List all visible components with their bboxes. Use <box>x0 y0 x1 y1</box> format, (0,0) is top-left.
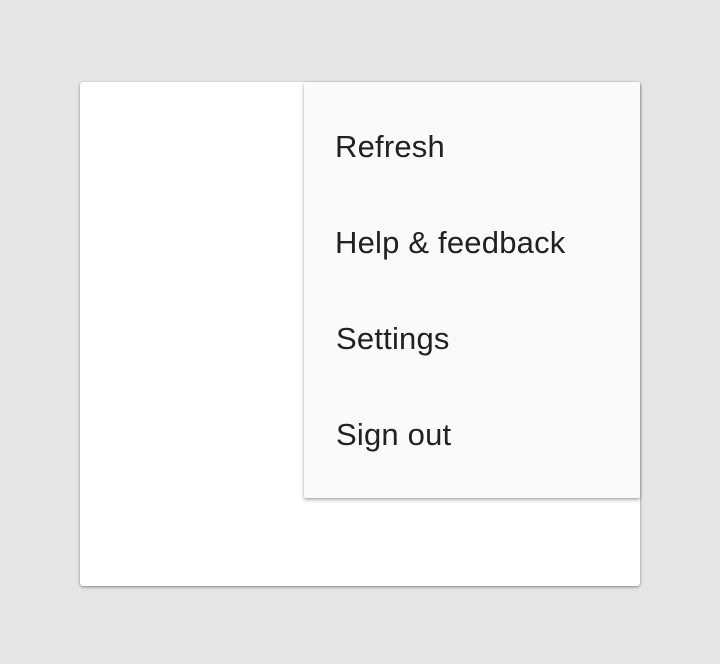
menu-item-help-feedback[interactable]: Help & feedback <box>304 195 640 291</box>
menu-item-label: Help & feedback <box>335 225 566 260</box>
menu-item-label: Settings <box>336 321 450 356</box>
overflow-menu: Refresh Help & feedback Settings Sign ou… <box>304 82 640 498</box>
menu-item-refresh[interactable]: Refresh <box>304 99 640 195</box>
menu-item-label: Sign out <box>336 417 452 452</box>
menu-item-label: Refresh <box>335 129 445 164</box>
menu-item-sign-out[interactable]: Sign out <box>304 387 640 483</box>
menu-item-settings[interactable]: Settings <box>304 291 640 387</box>
